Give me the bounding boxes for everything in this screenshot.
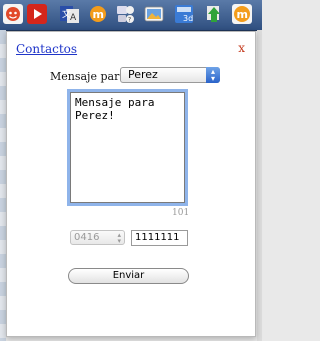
svg-text:m: m [93,8,104,21]
recipient-label: Mensaje para: [50,70,130,83]
phone-prefix-select[interactable]: 0416 ▴ ▾ [70,230,125,245]
svg-text:?: ? [128,17,131,24]
svg-text:m: m [237,8,248,21]
char-counter: 101 [172,208,190,218]
sms-popup: Contactos x Mensaje para: Perez ▴ ▾ Mensa… [6,31,256,337]
contact-card-icon[interactable]: ? [116,4,136,24]
recipient-select[interactable]: Perez ▴ ▾ [120,67,220,83]
send-button[interactable]: Enviar [68,268,189,284]
chevron-updown-icon: ▴ ▾ [206,67,220,83]
green-arrow-icon[interactable] [205,4,225,24]
orange-m-icon[interactable]: m [88,4,108,24]
play-icon[interactable] [27,4,47,24]
popup-pointer [239,57,251,63]
svg-text:A: A [70,13,77,23]
updown-arrows-icon: ▴ ▾ [117,231,121,245]
close-button[interactable]: x [238,41,245,55]
calendar-3d-label: 3d [183,14,193,23]
avatar-icon[interactable] [3,4,23,24]
background-window-right [257,30,262,341]
calendar-3d-icon[interactable]: 3d [174,4,194,24]
translate-icon[interactable]: 文A [60,4,80,24]
message-textarea[interactable]: Mensaje para Perez! [70,92,185,203]
orange-m-active-icon[interactable]: m [232,4,252,24]
contacts-link[interactable]: Contactos [16,42,77,56]
phone-prefix-selected: 0416 [74,232,100,243]
photo-icon[interactable] [144,4,164,24]
menu-bar: 文A m ? 3d m [0,0,262,31]
recipient-selected: Perez [128,68,158,81]
phone-number-input[interactable]: 1111111 [131,230,188,246]
